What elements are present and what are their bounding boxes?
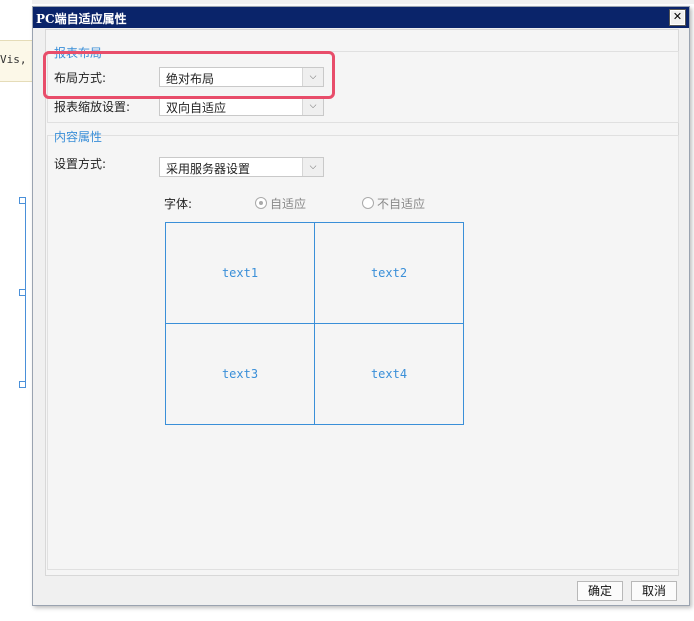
dialog-title-bar[interactable]: PC端自适应属性 ✕ (33, 7, 689, 28)
chevron-down-icon[interactable]: ⌵ (302, 158, 323, 176)
font-preview-grid: text1 text2 text3 text4 (165, 222, 464, 425)
resize-handle[interactable] (19, 289, 26, 296)
editor-toolbar-edge (32, 0, 694, 4)
adaptive-radio-label[interactable]: 自适应 (270, 195, 306, 212)
close-icon[interactable]: ✕ (669, 9, 686, 26)
zoom-setting-value: 双向自适应 (166, 101, 227, 115)
font-label: 字体: (164, 197, 193, 211)
zoom-setting-select[interactable]: 双向自适应 ⌵ (159, 96, 324, 116)
dialog-content: 报表布局 布局方式: 绝对布局 ⌵ 报表缩放设置: 双向自适应 ⌵ 内容属性 设… (45, 29, 679, 576)
preview-cell: text2 (370, 266, 408, 280)
code-text: Vis, (0, 53, 27, 66)
ok-button[interactable]: 确定 (577, 581, 623, 601)
resize-handle[interactable] (19, 197, 26, 204)
setting-mode-select[interactable]: 采用服务器设置 ⌵ (159, 157, 324, 177)
preview-cell: text4 (370, 367, 408, 381)
grid-divider-horizontal (166, 323, 463, 324)
setting-mode-value: 采用服务器设置 (166, 162, 251, 176)
content-properties-group-title: 内容属性 (54, 130, 103, 144)
not-adaptive-radio-label[interactable]: 不自适应 (377, 195, 425, 212)
content-properties-group: 内容属性 设置方式: 采用服务器设置 ⌵ 字体: 自适应 不自适应 text1 … (47, 130, 679, 570)
not-adaptive-radio[interactable] (362, 197, 374, 209)
dialog-title: PC端自适应属性 (36, 12, 127, 26)
chevron-down-icon[interactable]: ⌵ (302, 97, 323, 115)
preview-cell: text3 (221, 367, 259, 381)
adaptive-radio[interactable] (255, 197, 267, 209)
setting-mode-label: 设置方式: (54, 157, 107, 171)
code-snippet: Vis, (0, 40, 32, 82)
zoom-setting-label: 报表缩放设置: (54, 100, 131, 114)
annotation-highlight-box (43, 51, 335, 99)
preview-cell: text1 (221, 266, 259, 280)
editor-background (0, 0, 32, 621)
pc-adaptive-properties-dialog: PC端自适应属性 ✕ 报表布局 布局方式: 绝对布局 ⌵ 报表缩放设置: 双向自… (32, 6, 690, 606)
cancel-button[interactable]: 取消 (631, 581, 677, 601)
resize-handle[interactable] (19, 381, 26, 388)
